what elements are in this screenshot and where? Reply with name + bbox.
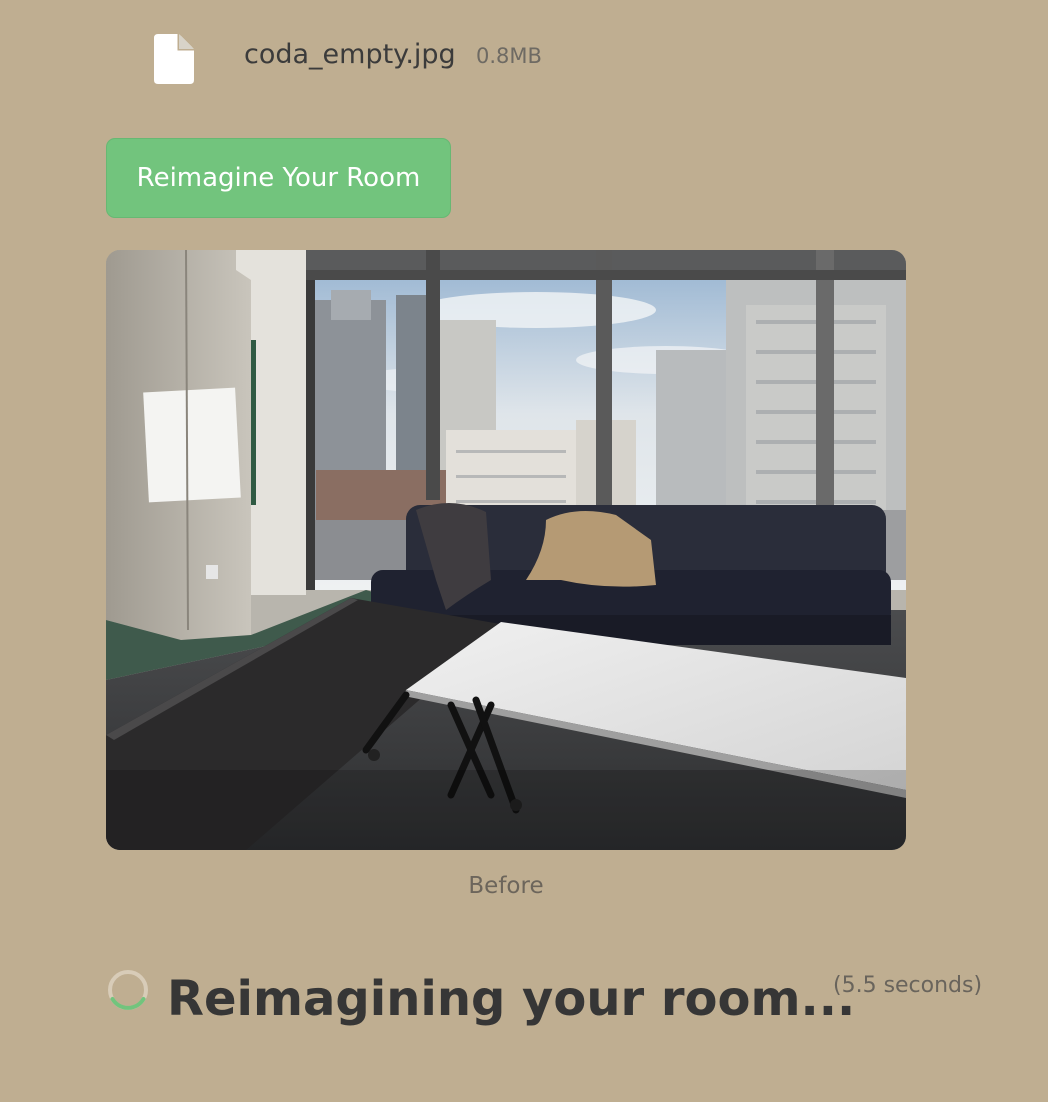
reimagine-room-button[interactable]: Reimagine Your Room [106,138,451,218]
file-name: coda_empty.jpg [244,39,456,70]
elapsed-time: (5.5 seconds) [833,973,983,998]
room-photo [106,250,906,850]
uploaded-file-row: coda_empty.jpg 0.8MB [154,32,754,84]
photo-caption: Before [468,873,544,899]
spinner-icon [106,968,150,1012]
status-heading: Reimagining your room... [167,971,856,1027]
file-size: 0.8MB [476,44,542,68]
file-icon [154,34,196,84]
